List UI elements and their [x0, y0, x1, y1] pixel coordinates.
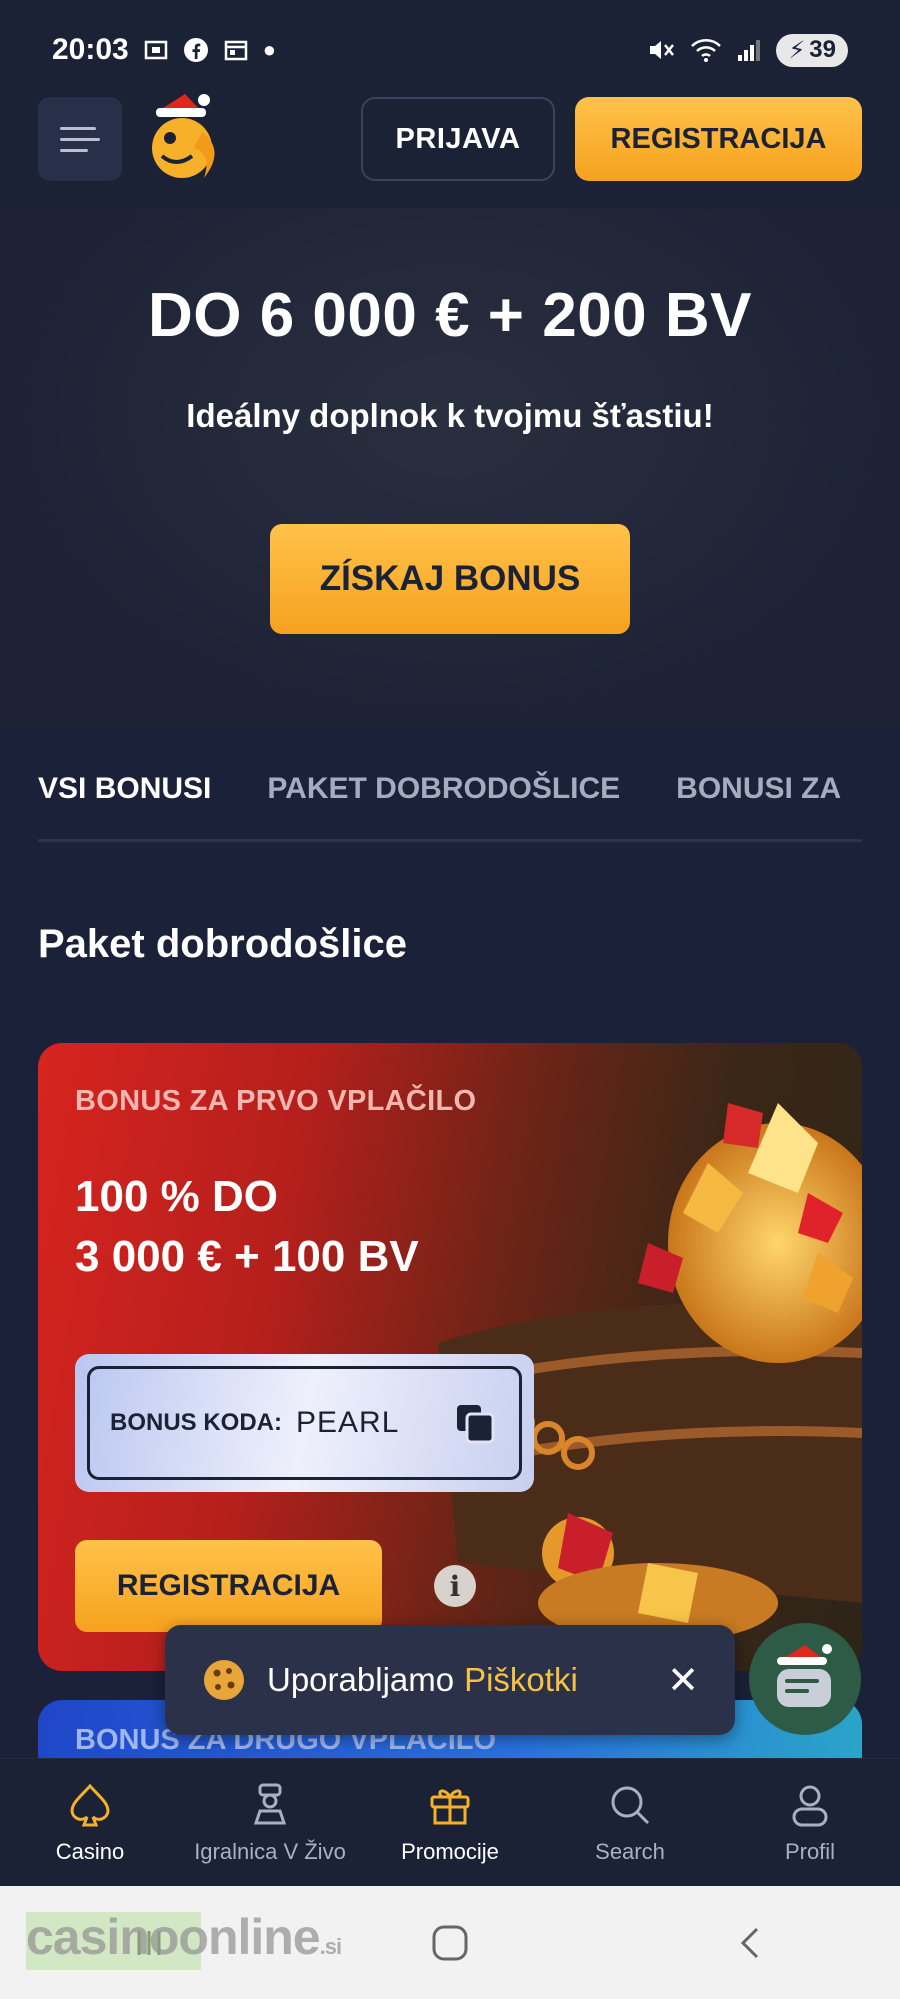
- login-button[interactable]: PRIJAVA: [361, 97, 555, 181]
- calendar-icon: [224, 40, 247, 61]
- close-icon[interactable]: ✕: [667, 1658, 699, 1703]
- gift-icon: [430, 1789, 470, 1824]
- copy-icon[interactable]: [453, 1401, 497, 1445]
- battery-level: 39: [809, 36, 836, 63]
- profile-icon: [792, 1785, 828, 1826]
- bonus-code-value: PEARL: [296, 1406, 400, 1439]
- bottom-nav: Casino Igralnica V Živo Promocije Search…: [0, 1758, 900, 1886]
- wifi-icon: [691, 39, 722, 62]
- promo-kicker: BONUS ZA PRVO VPLAČILO: [75, 1085, 477, 1117]
- promo-headline: 100 % DO 3 000 € + 100 BV: [75, 1172, 419, 1281]
- cookie-notice: Uporabljamo Piškotki ✕: [165, 1625, 735, 1735]
- register-button[interactable]: REGISTRACIJA: [575, 97, 862, 181]
- hero-subtitle: Ideálny doplnok k tvojmu šťastiu!: [186, 397, 714, 434]
- spade-icon: [70, 1783, 110, 1826]
- mute-icon: [650, 41, 675, 59]
- clock: 20:03: [52, 33, 129, 66]
- bonus-tabs: VSI BONUSI PAKET DOBRODOŠLICE BONUSI ZA: [38, 760, 862, 842]
- hamburger-icon: [60, 126, 96, 130]
- battery-indicator: ⚡ 39: [776, 33, 848, 67]
- cookie-link[interactable]: Piškotki: [464, 1661, 578, 1699]
- bonus-code-label: BONUS KODA:: [110, 1409, 282, 1436]
- dealer-icon: [253, 1783, 287, 1824]
- section-title: Paket dobrodošlice: [38, 922, 407, 966]
- cookie-text: Uporabljamo: [267, 1661, 455, 1698]
- nav-search[interactable]: Search: [540, 1781, 720, 1865]
- menu-button[interactable]: [38, 97, 122, 181]
- info-icon[interactable]: i: [434, 1565, 476, 1607]
- get-bonus-button[interactable]: ZÍSKAJ BONUS: [270, 524, 630, 634]
- screenshot-icon: [144, 40, 167, 60]
- tab-all-bonuses[interactable]: VSI BONUSI: [38, 760, 211, 839]
- tab-welcome-package[interactable]: PAKET DOBRODOŠLICE: [267, 760, 620, 839]
- promo-card-first-deposit: BONUS ZA PRVO VPLAČILO 100 % DO 3 000 € …: [38, 1043, 862, 1671]
- nav-casino[interactable]: Casino: [0, 1781, 180, 1865]
- tab-bonuses-for[interactable]: BONUSI ZA: [676, 760, 841, 839]
- cookie-icon: [204, 1660, 244, 1700]
- nav-promotions[interactable]: Promocije: [360, 1781, 540, 1865]
- chat-icon: [777, 1644, 832, 1707]
- brand-logo[interactable]: [140, 90, 230, 186]
- nav-live-casino[interactable]: Igralnica V Živo: [180, 1781, 360, 1865]
- facebook-icon: [183, 38, 208, 62]
- notification-dot-icon: ●: [262, 37, 277, 62]
- nav-profile[interactable]: Profil: [720, 1781, 900, 1865]
- status-bar: 20:03 ● ⚡ 39: [0, 0, 900, 100]
- hero-title: DO 6 000 € + 200 BV: [147, 281, 753, 350]
- chat-button[interactable]: [749, 1623, 861, 1735]
- promo-register-button[interactable]: REGISTRACIJA: [75, 1540, 382, 1632]
- bonus-code-box: BONUS KODA: PEARL: [75, 1354, 534, 1492]
- home-icon[interactable]: [428, 1921, 472, 1965]
- signal-icon: [738, 40, 761, 61]
- back-icon[interactable]: [731, 1923, 771, 1963]
- search-icon: [611, 1786, 650, 1824]
- charging-icon: ⚡: [788, 36, 806, 64]
- watermark: casinoonline.si: [26, 1909, 342, 1965]
